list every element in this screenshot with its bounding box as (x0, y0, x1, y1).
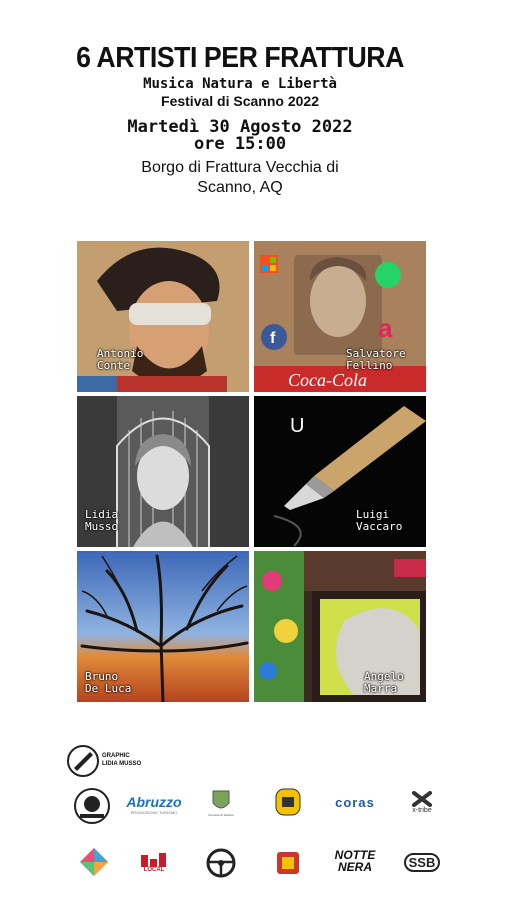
artist-label-marra: Angelo Marra (364, 671, 404, 695)
poster-subtitle: Musica Natura e Libertà (143, 76, 337, 92)
festival-logo (275, 788, 301, 816)
artist-last-name: Conte (97, 359, 131, 372)
band-emblem-logo (72, 786, 112, 826)
local-logo: LOCAL (137, 850, 171, 876)
artist-last-name: Fellino (346, 359, 393, 372)
artist-label-fellino: Salvatore Fellino (346, 348, 406, 372)
puzzle-cross-logo (78, 846, 110, 878)
artwork-tile-deluca: Bruno De Luca (77, 551, 249, 702)
artwork-tile-vaccaro: U Luigi Vaccaro (254, 396, 426, 547)
svg-text:f: f (270, 330, 276, 347)
comune-scanno-crest: Comune di Scanno (206, 786, 236, 820)
artist-last-name: Musso (85, 520, 119, 533)
graphic-credit: GRAPHIC LIDIA MUSSO (102, 752, 141, 768)
artwork-tile-musso: Lidia Musso (77, 396, 249, 547)
ssb-logo-text: SSB (403, 852, 441, 872)
artist-last-name: De Luca (85, 682, 132, 695)
svg-text:a: a (378, 313, 393, 343)
comune-label: Comune di Scanno (208, 813, 234, 817)
artwork-tile-marra: Angelo Marra (254, 551, 426, 702)
notte-nera-line2: NERA (337, 860, 372, 874)
artwork-tile-fellino: f a Coca-Cola Salvatore Fellino (254, 241, 426, 392)
graphic-credit-icon (66, 744, 100, 778)
festival-name: Festival di Scanno 2022 (161, 93, 319, 109)
xtribe-logo: x-tribe (404, 786, 440, 818)
local-logo-text: LOCAL (143, 867, 165, 873)
abruzzo-logo: Abruzzo PROMOZIONE TURISMO (125, 790, 183, 818)
artist-label-musso: Lidia Musso (85, 509, 118, 533)
poster-title: 6 ARTISTI PER FRATTURA (76, 42, 404, 74)
notte-nera-logo: NOTTE NERA (332, 846, 378, 876)
coras-logo-text: coras (335, 794, 375, 810)
artist-label-vaccaro: Luigi Vaccaro (356, 509, 402, 533)
event-place: Borgo di Frattura Vecchia di Scanno, AQ (0, 158, 480, 198)
coca-cola-script: Coca-Cola (288, 370, 367, 390)
graphic-credit-line1: GRAPHIC (102, 753, 130, 759)
event-time: ore 15:00 (193, 134, 287, 154)
letter-u: U (290, 415, 304, 437)
artwork-tile-conte: Antonio Conte (77, 241, 249, 392)
artist-label-conte: Antonio Conte (97, 348, 143, 372)
xtribe-logo-text: x-tribe (412, 806, 432, 814)
ssb-logo: SSB (403, 850, 441, 874)
coras-logo: coras (332, 794, 378, 810)
steering-wheel-logo (206, 848, 236, 878)
artist-last-name: Vaccaro (356, 520, 403, 533)
artist-label-deluca: Bruno De Luca (85, 671, 131, 695)
place-line-2: Scanno, AQ (197, 179, 283, 196)
abruzzo-logo-subtext: PROMOZIONE TURISMO (130, 809, 178, 815)
place-line-1: Borgo di Frattura Vecchia di (141, 159, 339, 176)
scanno-event-logo (275, 850, 301, 876)
abruzzo-logo-text: Abruzzo (126, 793, 182, 810)
graphic-credit-line2: LIDIA MUSSO (102, 761, 142, 767)
artist-last-name: Marra (364, 682, 398, 695)
